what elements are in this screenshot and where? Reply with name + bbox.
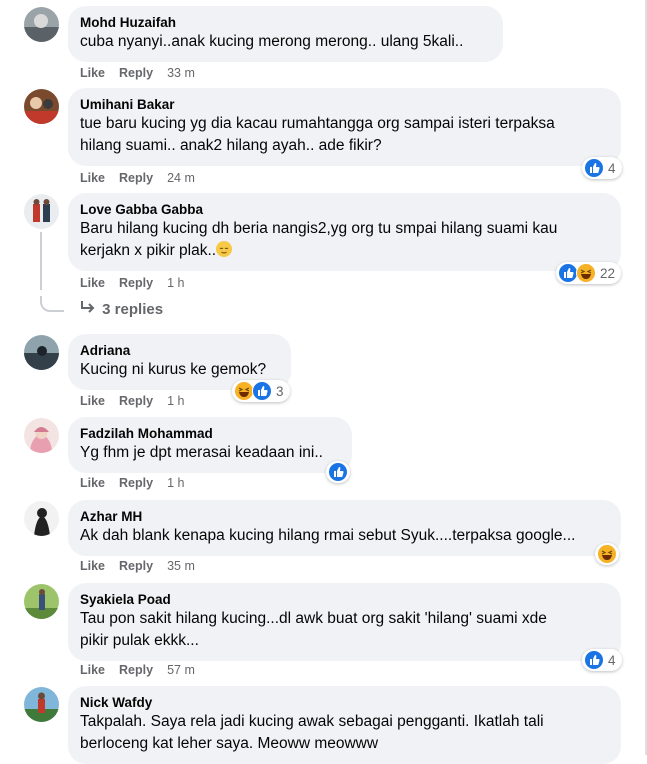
reply-arrow-icon [80, 300, 98, 318]
reaction-summary[interactable]: 4 [582, 649, 622, 671]
reaction-summary[interactable]: 4 [582, 157, 622, 179]
reply-link[interactable]: Reply [119, 476, 153, 490]
comment-author[interactable]: Adriana [80, 342, 279, 359]
avatar[interactable] [24, 687, 59, 722]
comment-actions: Like Reply 35 m [80, 558, 209, 574]
avatar[interactable] [24, 584, 59, 619]
reaction-summary[interactable]: 3 [232, 380, 290, 402]
avatar[interactable] [24, 335, 59, 370]
like-link[interactable]: Like [80, 559, 105, 573]
reply-link[interactable]: Reply [119, 171, 153, 185]
like-link[interactable]: Like [80, 476, 105, 490]
avatar[interactable] [24, 7, 59, 42]
reaction-count: 22 [600, 265, 616, 281]
comment-text: Tau pon sakit hilang kucing...dl awk bua… [80, 610, 547, 649]
haha-icon [576, 263, 596, 283]
comment-time[interactable]: 35 m [167, 559, 195, 573]
like-icon [584, 650, 604, 670]
reply-link[interactable]: Reply [119, 559, 153, 573]
comment-actions: Like Reply 33 m [80, 65, 209, 81]
comment-text: cuba nyanyi..anak kucing merong merong..… [80, 33, 464, 50]
comment-author[interactable]: Azhar MH [80, 508, 609, 525]
reaction-count: 4 [608, 160, 616, 176]
like-link[interactable]: Like [80, 663, 105, 677]
reply-link[interactable]: Reply [119, 663, 153, 677]
comment-author[interactable]: Syakiela Poad [80, 591, 609, 608]
comment-time[interactable]: 1 h [167, 394, 184, 408]
comment-text: Yg fhm je dpt merasai keadaan ini.. [80, 444, 323, 461]
like-icon [328, 462, 348, 482]
thread-curve [40, 296, 64, 312]
comment-time[interactable]: 33 m [167, 66, 195, 80]
comment-time[interactable]: 1 h [167, 276, 184, 290]
reply-link[interactable]: Reply [119, 66, 153, 80]
comment-bubble: Syakiela Poad Tau pon sakit hilang kucin… [68, 583, 621, 661]
comment-actions: Like Reply 57 m [80, 662, 209, 678]
reaction-count: 4 [608, 652, 616, 668]
thread-line [40, 232, 42, 290]
comment-author[interactable]: Mohd Huzaifah [80, 14, 491, 31]
view-replies-link[interactable]: 3 replies [80, 300, 163, 318]
comment-text: Takpalah. Saya rela jadi kucing awak seb… [80, 713, 544, 752]
comment-bubble: Umihani Bakar tue baru kucing yg dia kac… [68, 88, 621, 166]
comment-author[interactable]: Nick Wafdy [80, 694, 609, 711]
avatar[interactable] [24, 194, 59, 229]
comment-actions: Like Reply 1 h [80, 275, 198, 291]
comment-time[interactable]: 24 m [167, 171, 195, 185]
reaction-count: 3 [276, 383, 284, 399]
avatar[interactable] [24, 501, 59, 536]
relieved-emoji-icon [216, 241, 233, 257]
comment-text: Kucing ni kurus ke gemok? [80, 361, 267, 378]
haha-icon [234, 381, 254, 401]
like-icon [558, 263, 578, 283]
like-icon [252, 381, 272, 401]
replies-label: 3 replies [102, 301, 164, 318]
comment-author[interactable]: Fadzilah Mohammad [80, 425, 340, 442]
comment-actions: Like Reply 1 h [80, 475, 198, 491]
reply-link[interactable]: Reply [119, 394, 153, 408]
reaction-summary[interactable]: 22 [556, 262, 622, 284]
comment-author[interactable]: Love Gabba Gabba [80, 201, 609, 218]
comment-time[interactable]: 1 h [167, 476, 184, 490]
comment-bubble: Mohd Huzaifah cuba nyanyi..anak kucing m… [68, 6, 503, 62]
reaction-summary[interactable] [326, 461, 350, 483]
comment-bubble: Fadzilah Mohammad Yg fhm je dpt merasai … [68, 417, 352, 473]
like-link[interactable]: Like [80, 276, 105, 290]
like-link[interactable]: Like [80, 171, 105, 185]
comment-time[interactable]: 57 m [167, 663, 195, 677]
haha-icon [597, 544, 617, 564]
avatar[interactable] [24, 89, 59, 124]
comment-text: tue baru kucing yg dia kacau rumahtangga… [80, 115, 555, 154]
comment-actions: Like Reply 24 m [80, 170, 209, 186]
like-link[interactable]: Like [80, 66, 105, 80]
comment-bubble: Nick Wafdy Takpalah. Saya rela jadi kuci… [68, 686, 621, 764]
comment-text: Ak dah blank kenapa kucing hilang rmai s… [80, 527, 576, 544]
like-link[interactable]: Like [80, 394, 105, 408]
like-icon [584, 158, 604, 178]
comment-text: Baru hilang kucing dh beria nangis2,yg o… [80, 218, 609, 262]
comment-author[interactable]: Umihani Bakar [80, 96, 609, 113]
comment-bubble: Love Gabba Gabba Baru hilang kucing dh b… [68, 193, 621, 271]
comment-bubble: Azhar MH Ak dah blank kenapa kucing hila… [68, 500, 621, 556]
comment-text-body: Baru hilang kucing dh beria nangis2,yg o… [80, 220, 558, 259]
avatar[interactable] [24, 418, 59, 453]
comment-actions: Like Reply 1 h [80, 393, 198, 409]
reaction-summary[interactable] [595, 543, 619, 565]
reply-link[interactable]: Reply [119, 276, 153, 290]
